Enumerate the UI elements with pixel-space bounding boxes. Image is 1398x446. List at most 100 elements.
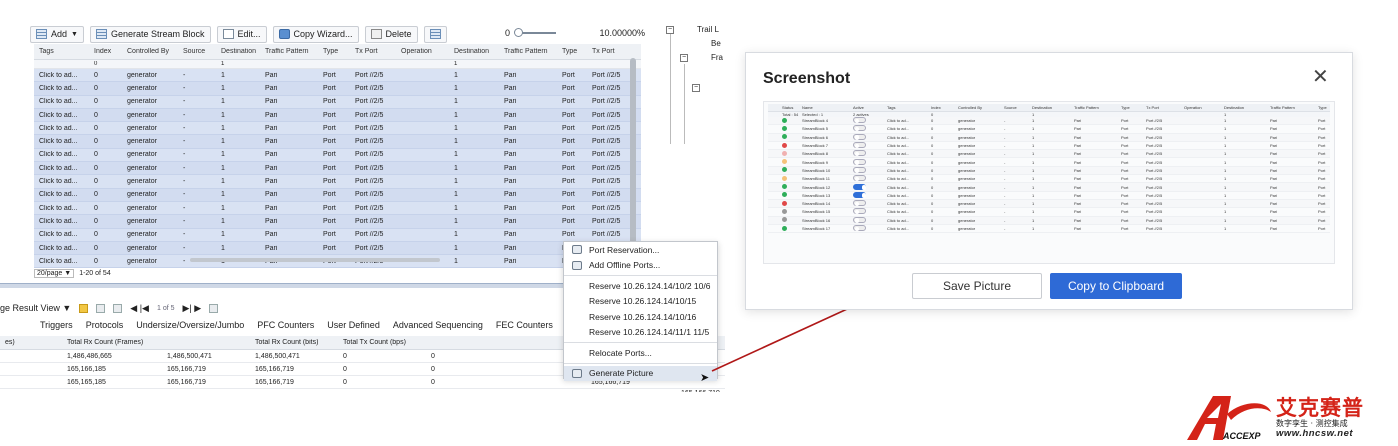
table-cell: Click to ad... — [39, 84, 78, 92]
status-dot-icon — [782, 134, 787, 140]
table-cell: Port //2/5 — [355, 191, 384, 199]
table-row[interactable]: Click to ad... 0 generator - 1 Pari Port Port /… — [34, 122, 641, 136]
column-header[interactable]: Type — [318, 48, 350, 55]
grid-horizontal-scrollbar[interactable] — [190, 258, 440, 262]
menu-item[interactable]: Relocate Ports... — [564, 345, 717, 361]
preview-summary-cell: Total : 54 — [782, 112, 799, 117]
result-tab[interactable]: Undersize/Oversize/Jumbo — [136, 320, 244, 330]
table-cell: Port — [323, 138, 336, 146]
table-row[interactable]: Click to ad... 0 generator - 1 Pari Port Port /… — [34, 175, 641, 189]
table-row[interactable]: Click to ad... 0 generator - 1 Pari Port Port /… — [34, 82, 641, 96]
column-header[interactable]: Traffic Pattern — [260, 48, 318, 55]
column-settings-button[interactable] — [423, 25, 447, 43]
menu-item[interactable]: Reserve 10.26.124.14/10/16 — [564, 309, 717, 325]
column-header[interactable]: Operation — [396, 48, 449, 55]
table-cell: Pari — [265, 178, 278, 186]
tree-collapse-icon[interactable]: − — [692, 84, 700, 92]
copy-wizard-button[interactable]: Copy Wizard... — [272, 25, 359, 43]
table-row[interactable]: Click to ad... 0 generator - 1 Pari Port Port /… — [34, 135, 641, 149]
table-row[interactable]: Click to ad... 0 generator - 1 Pari Port Port /… — [34, 148, 641, 163]
edit-button[interactable]: Edit... — [216, 25, 267, 43]
table-row[interactable]: Click to ad... 0 generator - 1 Pari Port Port /… — [34, 95, 641, 109]
preview-cell: 0 — [931, 217, 934, 223]
menu-item[interactable]: Port Reservation... — [564, 242, 717, 258]
preview-cell: 0 — [931, 159, 934, 165]
preview-cell: - — [1004, 192, 1006, 198]
result-tab[interactable]: Advanced Sequencing — [393, 320, 483, 330]
preview-cell: 0 — [931, 192, 934, 198]
column-header[interactable]: Type — [557, 48, 587, 55]
menu-item[interactable]: Generate Picture — [564, 365, 717, 381]
first-page-icon[interactable]: ◀ |◀ — [130, 303, 149, 314]
table-row[interactable]: Click to ad... 0 generator - 1 Pari Port Port /… — [34, 108, 641, 123]
preview-summary-cell: Selected : 1 — [802, 112, 824, 117]
save-picture-button[interactable]: Save Picture — [912, 273, 1042, 299]
column-header[interactable]: Traffic Pattern — [499, 48, 557, 55]
column-header[interactable]: Total Rx Count (Frames) — [62, 339, 162, 346]
preview-cell: 1 — [1032, 184, 1035, 190]
table-row[interactable]: Click to ad... 0 generator - 1 Pari Port Port /… — [34, 69, 641, 83]
grid-view-icon[interactable] — [96, 303, 106, 313]
column-header[interactable]: Total Tx Count (bps) — [338, 339, 426, 346]
column-header[interactable]: es) — [0, 339, 62, 346]
column-header[interactable]: Tx Port — [350, 48, 396, 55]
pane-splitter[interactable] — [0, 283, 660, 288]
last-page-icon[interactable]: ▶| ▶ — [183, 303, 202, 314]
menu-item[interactable]: Reserve 10.26.124.14/11/1 11/5 — [564, 325, 717, 341]
column-header[interactable]: Controlled By — [122, 48, 178, 55]
table-row[interactable]: Click to ad... 0 generator - 1 Pari Port Port /… — [34, 201, 641, 216]
table-cell: Click to ad... — [39, 164, 78, 172]
preview-cell: Pari — [1074, 151, 1082, 157]
status-dot-icon — [782, 150, 787, 156]
table-view-icon[interactable] — [113, 303, 123, 313]
column-header[interactable]: Tags — [34, 48, 89, 55]
preview-cell: 1 — [1224, 134, 1227, 140]
copy-to-clipboard-button[interactable]: Copy to Clipboard — [1050, 273, 1182, 299]
result-tab[interactable]: Protocols — [86, 320, 124, 330]
preview-cell: Port — [1318, 201, 1326, 207]
column-header[interactable]: Index — [89, 48, 122, 55]
menu-item[interactable]: Reserve 10.26.124.14/10/2 10/6 — [564, 278, 717, 294]
table-cell: - — [183, 217, 186, 225]
result-tab[interactable]: User Defined — [327, 320, 380, 330]
table-row[interactable]: Click to ad... 0 generator - 1 Pari Port Port /… — [34, 188, 641, 202]
preview-cell — [780, 225, 800, 232]
table-cell: Port //2/5 — [355, 231, 384, 239]
tree-item[interactable]: Be — [711, 39, 721, 48]
highlight-icon[interactable] — [79, 303, 89, 313]
add-button[interactable]: Add ▼ — [30, 25, 84, 43]
page-size-select[interactable]: 20/page ▼ — [34, 268, 75, 278]
menu-item[interactable]: Reserve 10.26.124.14/10/15 — [564, 294, 717, 310]
result-view-select[interactable]: ge Result View ▼ — [0, 303, 71, 313]
preview-cell: 1 — [1224, 209, 1227, 215]
status-dot-icon — [782, 208, 787, 214]
preview-cell: Click to ad... — [887, 176, 910, 182]
zoom-slider-knob[interactable] — [514, 28, 524, 37]
column-header[interactable]: Tx Port — [587, 48, 641, 55]
table-cell: 0 — [94, 164, 98, 172]
column-header[interactable]: Source — [178, 48, 216, 55]
result-settings-icon[interactable] — [209, 303, 219, 313]
tree-collapse-icon[interactable]: − — [680, 54, 688, 62]
delete-button[interactable]: Delete — [364, 25, 418, 43]
table-row[interactable]: Click to ad... 0 generator - 1 Pari Port Port /… — [34, 215, 641, 229]
generate-stream-block-button[interactable]: Generate Stream Block — [89, 25, 211, 43]
result-tab[interactable]: Triggers — [40, 320, 73, 330]
result-tab[interactable]: PFC Counters — [257, 320, 314, 330]
grid-header: Tags Index Controlled By Source Destination T… — [34, 44, 641, 60]
result-tab[interactable]: FEC Counters — [496, 320, 553, 330]
tree-item[interactable]: Trail L — [697, 25, 719, 34]
table-row[interactable]: Click to ad... 0 generator - 1 Pari Port Port /… — [34, 162, 641, 176]
table-row[interactable]: Click to ad... 0 generator - 1 Pari Port Port /… — [34, 228, 641, 242]
grid-vertical-scrollbar[interactable] — [630, 58, 636, 258]
close-icon[interactable]: ✕ — [1312, 67, 1329, 87]
table-row[interactable]: Click to ad... 0 generator - 1 Pari Port Port /… — [34, 241, 641, 256]
zoom-slider[interactable] — [514, 28, 557, 37]
menu-item[interactable]: Add Offline Ports... — [564, 258, 717, 274]
column-header[interactable]: Destination — [216, 48, 260, 55]
column-header[interactable]: Total Rx Count (bits) — [250, 339, 338, 346]
tree-item[interactable]: Fra — [711, 53, 723, 62]
preview-cell: Port — [1121, 226, 1129, 231]
tree-collapse-icon[interactable]: − — [666, 26, 674, 34]
column-header[interactable]: Destination — [449, 48, 499, 55]
